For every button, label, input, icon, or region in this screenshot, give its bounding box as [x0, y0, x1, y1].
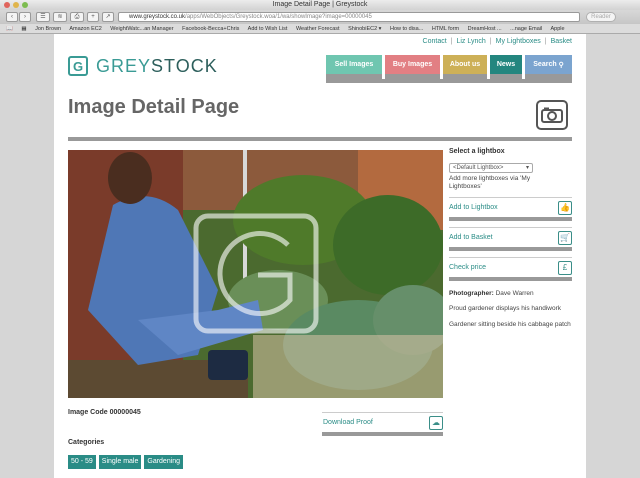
add-to-lightbox-button[interactable]: Add to Lightbox 👍	[449, 197, 572, 221]
sidebar-toggle-icon[interactable]: ☰	[36, 12, 50, 22]
check-price-button[interactable]: Check price £	[449, 257, 572, 281]
lightbox-select[interactable]: <Default Lightbox>	[449, 163, 533, 173]
back-button[interactable]: ‹	[6, 12, 18, 22]
bookmark-item[interactable]: Facebook-Becca+Chris	[182, 26, 239, 32]
rss-icon[interactable]: ≋	[53, 12, 67, 22]
check-price-label: Check price	[449, 264, 486, 271]
image-sidebar: Select a lightbox <Default Lightbox> Add…	[449, 148, 572, 330]
print-icon[interactable]: ⎙	[70, 12, 84, 22]
photographer-label: Photographer:	[449, 290, 494, 297]
nav-underline	[326, 79, 572, 83]
bookmark-item[interactable]: WeightWatc...an Manager	[110, 26, 173, 32]
bookmark-item[interactable]: DreamHost ...	[468, 26, 502, 32]
category-tag[interactable]: Single male	[98, 455, 142, 469]
share-icon[interactable]: ↗	[102, 12, 114, 22]
main-nav: Sell Images Buy Images About us News Sea…	[326, 55, 572, 79]
forward-button[interactable]: ›	[19, 12, 31, 22]
cart-icon: 🛒	[558, 230, 572, 245]
product-photo[interactable]	[68, 150, 443, 398]
window-title: Image Detail Page | Greystock	[272, 1, 368, 8]
bookmark-item[interactable]: Apple	[550, 26, 564, 32]
bookmark-item[interactable]: ShinobiEC2 ▾	[348, 26, 381, 32]
logo-text: GREYSTOCK	[96, 55, 218, 76]
photographer: Photographer: Dave Warren	[449, 290, 572, 297]
greystock-logo[interactable]: G GREYSTOCK	[68, 55, 218, 77]
zoom-window-button[interactable]	[22, 2, 28, 8]
bookmark-item[interactable]: ...nage Email	[510, 26, 542, 32]
bookmarks-bar: 📖 ▦ Jon Brown Amazon EC2 WeightWatc...an…	[0, 24, 640, 34]
nav-about-us[interactable]: About us	[443, 55, 487, 79]
image-code: Image Code 00000045	[68, 409, 141, 416]
page-title: Image Detail Page	[68, 96, 240, 118]
bookmark-item[interactable]: Add to Wish List	[248, 26, 288, 32]
title-divider	[68, 137, 572, 141]
my-lightboxes-link[interactable]: My Lightboxes	[496, 38, 541, 45]
address-bar[interactable]: www.greystock.co.uk/apps/WebObjects/Grey…	[118, 12, 580, 22]
category-tags: 50 - 59 Single male Gardening	[68, 455, 186, 469]
user-link[interactable]: Liz Lynch	[456, 38, 485, 45]
nav-buy-images[interactable]: Buy Images	[385, 55, 440, 79]
bookmark-item[interactable]: Jon Brown	[35, 26, 61, 32]
search-icon: ⚲	[558, 61, 564, 69]
url-path: /apps/WebObjects/Greystock.woa/1/wa/show…	[185, 14, 372, 20]
photographer-name: Dave Warren	[495, 290, 534, 297]
bookmarks-grid-icon[interactable]: ▦	[21, 26, 26, 32]
new-tab-button[interactable]: +	[87, 12, 99, 22]
download-proof-button[interactable]: Download Proof ☁	[322, 412, 443, 436]
image-caption: Proud gardener displays his handiwork	[449, 305, 562, 312]
nav-news[interactable]: News	[490, 55, 522, 79]
nav-search[interactable]: Search ⚲	[525, 55, 572, 79]
thumbs-up-icon: 👍	[558, 200, 572, 215]
contact-link[interactable]: Contact	[423, 38, 447, 45]
image-description: Gardener sitting beside his cabbage patc…	[449, 321, 571, 328]
reader-button[interactable]: Reader	[586, 12, 616, 22]
bookmark-item[interactable]: How to disa...	[390, 26, 423, 32]
browser-toolbar: ‹ › ☰ ≋ ⎙ + ↗ www.greystock.co.uk/apps/W…	[0, 10, 640, 24]
category-tag[interactable]: Gardening	[144, 455, 184, 469]
utility-links: Contact | Liz Lynch | My Lightboxes | Basket	[422, 38, 572, 45]
bookmark-item[interactable]: Amazon EC2	[69, 26, 101, 32]
nav-sell-images[interactable]: Sell Images	[326, 55, 382, 79]
basket-link[interactable]: Basket	[551, 38, 572, 45]
minimize-window-button[interactable]	[13, 2, 19, 8]
bookmark-item[interactable]: Weather Forecast	[296, 26, 340, 32]
close-window-button[interactable]	[4, 2, 10, 8]
category-tag[interactable]: 50 - 59	[68, 455, 96, 469]
camera-icon	[536, 100, 568, 130]
bookmarks-book-icon[interactable]: 📖	[6, 26, 13, 32]
window-titlebar: Image Detail Page | Greystock	[0, 0, 640, 10]
logo-mark-icon: G	[68, 56, 88, 76]
bookmark-item[interactable]: HTML form	[432, 26, 459, 32]
cloud-download-icon: ☁	[429, 415, 443, 430]
lightbox-label: Select a lightbox	[449, 148, 505, 155]
download-proof-label: Download Proof	[323, 419, 373, 426]
url-host: www.greystock.co.uk	[129, 14, 186, 20]
add-to-lightbox-label: Add to Lightbox	[449, 204, 498, 211]
categories-heading: Categories	[68, 439, 105, 446]
add-to-basket-button[interactable]: Add to Basket 🛒	[449, 227, 572, 251]
add-to-basket-label: Add to Basket	[449, 234, 493, 241]
web-page: Contact | Liz Lynch | My Lightboxes | Basket G…	[54, 34, 586, 478]
lightbox-help-text: Add more lightboxes via 'My Lightboxes'	[449, 175, 531, 190]
pound-icon: £	[558, 260, 572, 275]
